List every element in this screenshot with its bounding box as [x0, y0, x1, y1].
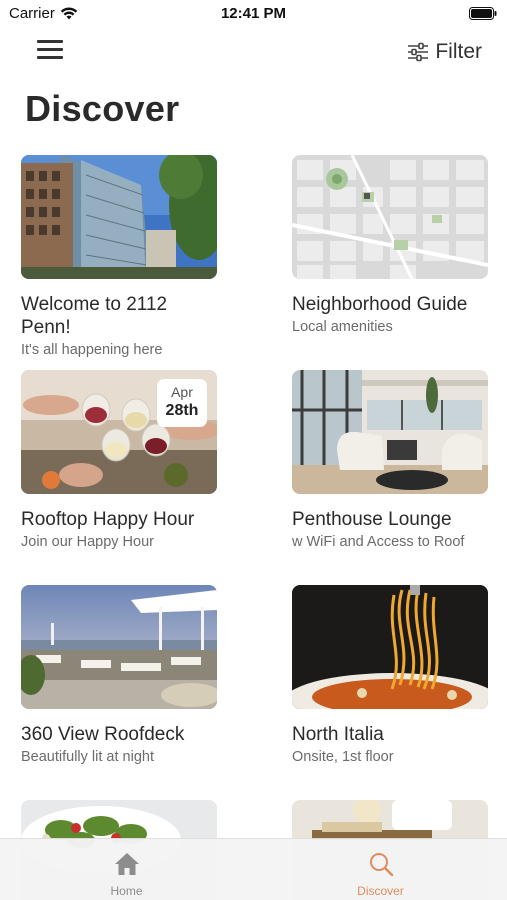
- filter-label: Filter: [435, 40, 482, 63]
- hamburger-icon: [37, 40, 63, 43]
- date-badge-month: Apr: [171, 384, 193, 400]
- tab-bar: Home Discover: [0, 838, 507, 900]
- card-image-map: [292, 155, 488, 279]
- tab-discover[interactable]: Discover: [254, 839, 507, 900]
- card-image-pasta: [292, 585, 488, 709]
- card-image-toast: Apr 28th: [21, 370, 217, 494]
- battery-icon: [469, 7, 497, 20]
- page-title: Discover: [25, 88, 180, 129]
- sliders-icon: [408, 42, 429, 62]
- home-icon: [114, 853, 139, 875]
- card-north-italia[interactable]: North Italia Onsite, 1st floor: [292, 585, 488, 766]
- card-subtitle: Join our Happy Hour: [21, 534, 154, 550]
- card-image-lounge: [292, 370, 488, 494]
- card-rooftop-happy-hour[interactable]: Apr 28th Rooftop Happy Hour Join our Hap…: [21, 370, 217, 551]
- hamburger-line: [37, 56, 63, 59]
- search-icon: [369, 853, 393, 877]
- card-image-building: [21, 155, 217, 279]
- card-subtitle: Local amenities: [292, 319, 393, 335]
- card-subtitle: Onsite, 1st floor: [292, 749, 394, 765]
- tab-discover-label: Discover: [357, 884, 404, 898]
- card-subtitle: It's all happening here: [21, 342, 163, 358]
- date-badge-day: 28th: [165, 402, 199, 419]
- card-title: 360 View Roofdeck: [21, 724, 185, 745]
- nav-bar: Filter: [0, 36, 507, 70]
- card-360-view-roofdeck[interactable]: 360 View Roofdeck Beautifully lit at nig…: [21, 585, 217, 766]
- status-time: 12:41 PM: [220, 5, 287, 22]
- filter-button[interactable]: Filter: [407, 40, 482, 64]
- tab-home-label: Home: [110, 884, 143, 898]
- card-title: Neighborhood Guide: [292, 294, 468, 315]
- hamburger-line: [37, 48, 63, 51]
- card-image-roofdeck: [21, 585, 217, 709]
- card-subtitle: Beautifully lit at night: [21, 749, 154, 765]
- menu-button[interactable]: [37, 40, 63, 62]
- status-bar: Carrier 12:41 PM: [0, 0, 507, 28]
- tab-home[interactable]: Home: [0, 839, 253, 900]
- card-neighborhood-guide[interactable]: Neighborhood Guide Local amenities: [292, 155, 488, 336]
- card-title: Rooftop Happy Hour: [21, 509, 195, 530]
- card-penthouse-lounge[interactable]: Penthouse Lounge w WiFi and Access to Ro…: [292, 370, 488, 551]
- card-welcome[interactable]: Welcome to 2112 Penn! It's all happening…: [21, 155, 217, 359]
- card-title: Welcome to 2112 Penn!: [21, 294, 168, 338]
- card-title: North Italia: [292, 724, 384, 745]
- date-badge: Apr 28th: [157, 379, 207, 427]
- card-subtitle: w WiFi and Access to Roof: [292, 534, 465, 550]
- card-title: Penthouse Lounge: [292, 509, 452, 530]
